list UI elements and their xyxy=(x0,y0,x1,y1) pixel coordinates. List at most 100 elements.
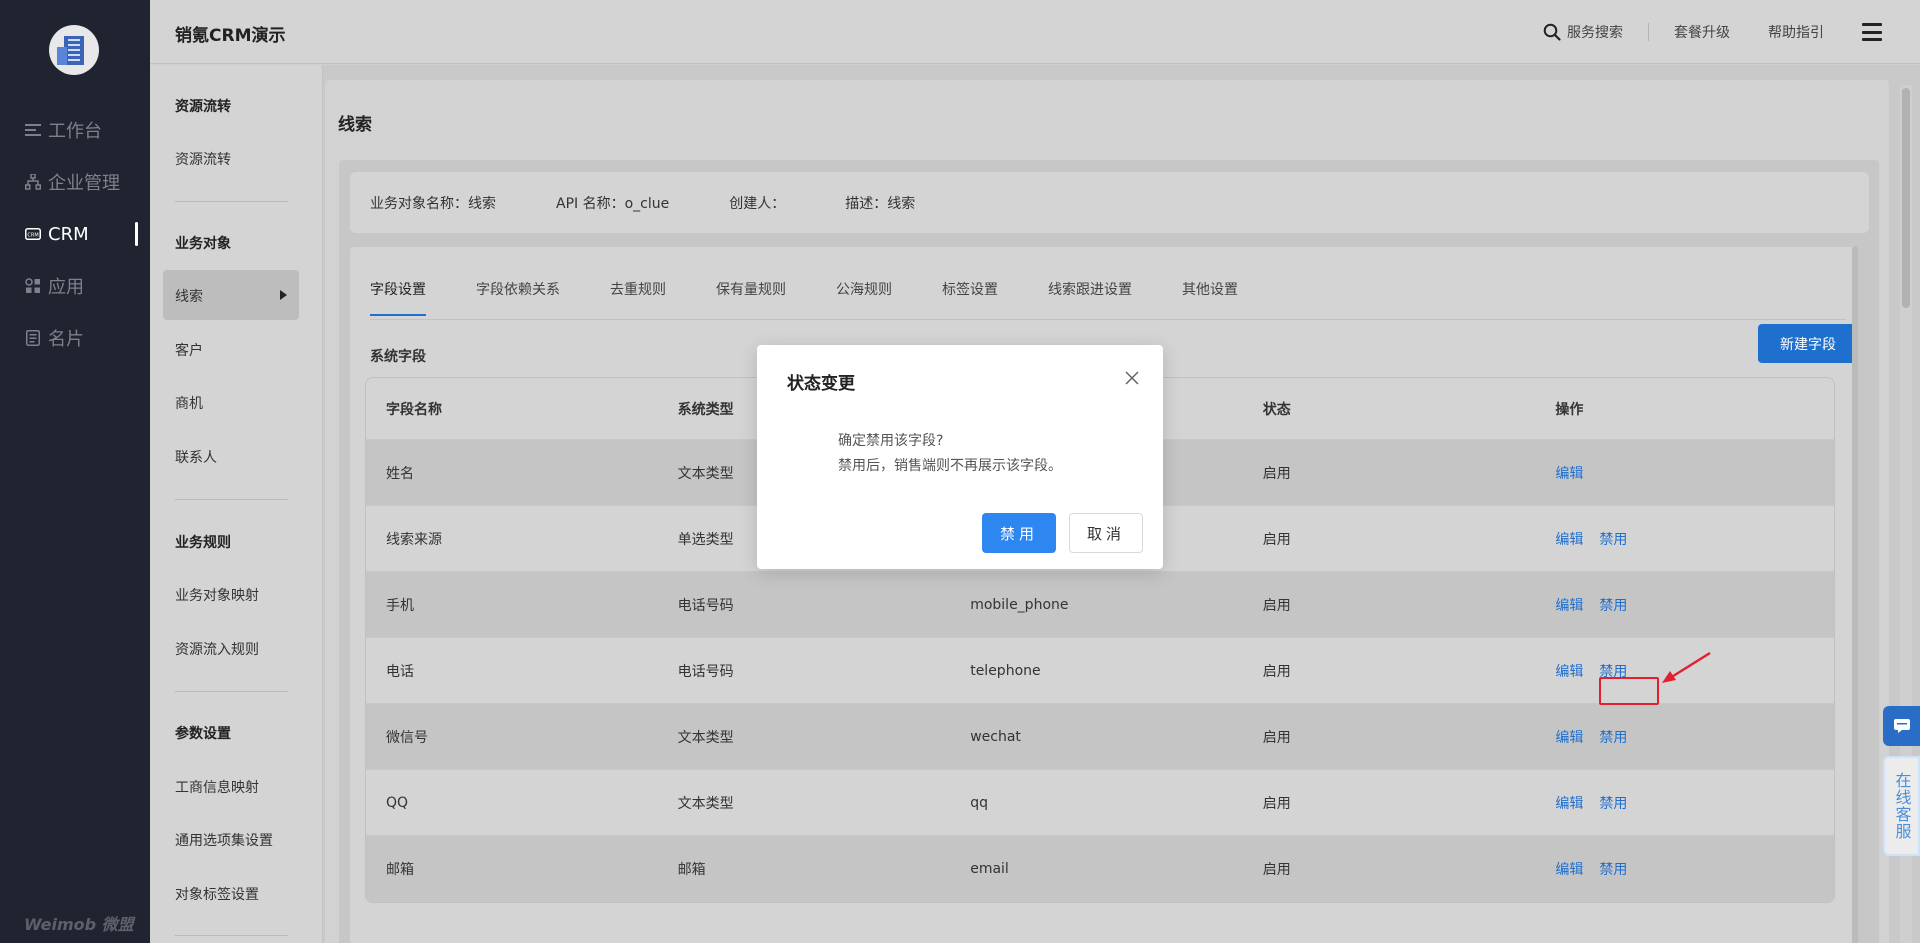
menu-icon[interactable] xyxy=(1862,23,1882,41)
edit-link[interactable]: 编辑 xyxy=(1555,529,1583,549)
api-name-info: API 名称：o_clue xyxy=(556,195,670,212)
edit-link[interactable]: 编辑 xyxy=(1555,463,1583,483)
tab-followup-settings[interactable]: 线索跟进设置 xyxy=(1048,279,1132,316)
field-type-cell: 电话号码 xyxy=(677,663,734,680)
field-status-cell: 启用 xyxy=(1262,465,1291,482)
tab-public-pool-rules[interactable]: 公海规则 xyxy=(836,279,892,316)
left-nav: 工作台 企业管理 CRM CRM 应用 名片 Weimob 微盟 xyxy=(0,0,150,943)
workbench-icon xyxy=(24,121,42,139)
edit-link[interactable]: 编辑 xyxy=(1555,661,1583,681)
edit-link[interactable]: 编辑 xyxy=(1555,595,1583,615)
online-service-label[interactable]: 在线客服 xyxy=(1883,756,1920,856)
scroll-thumb[interactable] xyxy=(1902,88,1910,308)
disable-link[interactable]: 禁用 xyxy=(1599,793,1627,813)
new-field-button[interactable]: 新建字段 xyxy=(1758,324,1858,363)
dialog-title: 状态变更 xyxy=(787,374,855,394)
disable-link[interactable]: 禁用 xyxy=(1599,595,1627,615)
sub-nav-group-title: 参数设置 xyxy=(175,726,231,742)
disable-link[interactable]: 禁用 xyxy=(1599,859,1627,879)
sub-nav-divider xyxy=(175,201,288,202)
sub-nav-item-resource-flow[interactable]: 资源流转 xyxy=(175,149,231,169)
caret-right-icon xyxy=(280,290,287,300)
column-header: 状态 xyxy=(1262,401,1291,418)
sub-nav-item-object-mapping[interactable]: 业务对象映射 xyxy=(175,585,259,605)
card-icon xyxy=(24,329,42,347)
edit-link[interactable]: 编辑 xyxy=(1555,859,1583,879)
field-name-cell: 微信号 xyxy=(386,729,428,746)
table-row: QQ 文本类型 qq 启用 编辑 禁用 xyxy=(366,770,1834,836)
service-search[interactable]: 服务搜索 xyxy=(1543,22,1623,42)
field-name-cell: 姓名 xyxy=(386,465,414,482)
tab-tag-settings[interactable]: 标签设置 xyxy=(942,279,998,316)
chat-icon xyxy=(1893,719,1910,733)
arrow-annotation-icon xyxy=(1662,651,1711,683)
sub-nav-item-business-info[interactable]: 工商信息映射 xyxy=(175,777,259,797)
help-link[interactable]: 帮助指引 xyxy=(1768,22,1824,42)
nav-item-crm[interactable]: CRM CRM xyxy=(0,208,150,260)
table-row: 微信号 文本类型 wechat 启用 编辑 禁用 xyxy=(366,704,1834,770)
nav-item-apps[interactable]: 应用 xyxy=(0,260,150,312)
edit-link[interactable]: 编辑 xyxy=(1555,793,1583,813)
tab-field-settings[interactable]: 字段设置 xyxy=(370,279,426,316)
nav-item-label: 应用 xyxy=(48,277,84,298)
description-info: 描述：线索 xyxy=(845,195,916,212)
tab-retention-rules[interactable]: 保有量规则 xyxy=(716,279,786,316)
table-scrollbar[interactable] xyxy=(1852,246,1858,943)
secondary-nav: 资源流转 资源流转 业务对象 线索 客户 商机 联系人 业务规则 业务对象映射 … xyxy=(150,65,323,943)
column-header: 字段名称 xyxy=(386,401,442,418)
header-actions: 服务搜索 套餐升级 帮助指引 xyxy=(1543,0,1920,64)
sub-nav-item-object-tags[interactable]: 对象标签设置 xyxy=(175,884,259,904)
sub-nav-item-leads[interactable]: 线索 xyxy=(175,286,203,306)
apps-icon xyxy=(24,277,42,295)
upgrade-link[interactable]: 套餐升级 xyxy=(1674,22,1730,42)
cancel-button[interactable]: 取消 xyxy=(1069,513,1143,553)
sub-nav-group-title: 资源流转 xyxy=(175,99,231,115)
status-change-dialog: 状态变更 确定禁用该字段? 禁用后，销售端则不再展示该字段。 禁用 取消 xyxy=(757,345,1163,569)
actions-cell: 编辑 禁用 xyxy=(1535,859,1834,879)
sub-nav-item-customer[interactable]: 客户 xyxy=(175,340,203,360)
dialog-body: 确定禁用该字段? 禁用后，销售端则不再展示该字段。 xyxy=(838,429,1062,479)
object-info-bar: 业务对象名称：线索 API 名称：o_clue 创建人： 描述：线索 xyxy=(350,172,1869,233)
field-name-cell: 邮箱 xyxy=(386,861,414,878)
nav-item-label: CRM xyxy=(48,223,89,245)
column-header: 操作 xyxy=(1555,401,1584,418)
org-icon xyxy=(24,173,42,191)
svg-text:CRM: CRM xyxy=(27,233,38,239)
sub-nav-divider xyxy=(175,935,288,936)
chat-button[interactable] xyxy=(1883,706,1920,746)
tab-other-settings[interactable]: 其他设置 xyxy=(1182,279,1238,316)
nav-item-workbench[interactable]: 工作台 xyxy=(0,104,150,156)
sub-nav-item-inflow-rules[interactable]: 资源流入规则 xyxy=(175,639,259,659)
nav-item-org[interactable]: 企业管理 xyxy=(0,156,150,208)
actions-cell: 编辑 禁用 xyxy=(1535,727,1834,747)
disable-link[interactable]: 禁用 xyxy=(1599,529,1627,549)
field-status-cell: 启用 xyxy=(1262,663,1291,680)
sub-nav-item-opportunity[interactable]: 商机 xyxy=(175,393,203,413)
field-type-cell: 邮箱 xyxy=(677,861,706,878)
field-api-cell: mobile_phone xyxy=(970,596,1069,613)
sub-nav-item-option-sets[interactable]: 通用选项集设置 xyxy=(175,830,273,850)
field-type-cell: 文本类型 xyxy=(677,729,734,746)
company-logo[interactable] xyxy=(49,25,99,75)
app-title: 销氪CRM演示 xyxy=(175,26,286,46)
main-nav-list: 工作台 企业管理 CRM CRM 应用 名片 xyxy=(0,104,150,364)
confirm-disable-button[interactable]: 禁用 xyxy=(982,513,1056,553)
tab-dedup-rules[interactable]: 去重规则 xyxy=(610,279,666,316)
close-icon[interactable] xyxy=(1125,371,1139,385)
tab-field-dependencies[interactable]: 字段依赖关系 xyxy=(476,279,560,316)
sub-nav-divider xyxy=(175,499,288,500)
disable-link[interactable]: 禁用 xyxy=(1599,727,1627,747)
actions-cell: 编辑 xyxy=(1535,463,1834,483)
field-name-cell: 电话 xyxy=(386,663,414,680)
field-api-cell: qq xyxy=(970,794,988,811)
object-name-info: 业务对象名称：线索 xyxy=(370,195,496,212)
field-status-cell: 启用 xyxy=(1262,861,1291,878)
creator-info: 创建人： xyxy=(729,195,786,212)
field-status-cell: 启用 xyxy=(1262,795,1291,812)
brand-footer: Weimob 微盟 xyxy=(24,915,134,934)
field-type-cell: 电话号码 xyxy=(677,597,734,614)
nav-item-card[interactable]: 名片 xyxy=(0,312,150,364)
field-status-cell: 启用 xyxy=(1262,729,1291,746)
sub-nav-item-contact[interactable]: 联系人 xyxy=(175,447,217,467)
edit-link[interactable]: 编辑 xyxy=(1555,727,1583,747)
